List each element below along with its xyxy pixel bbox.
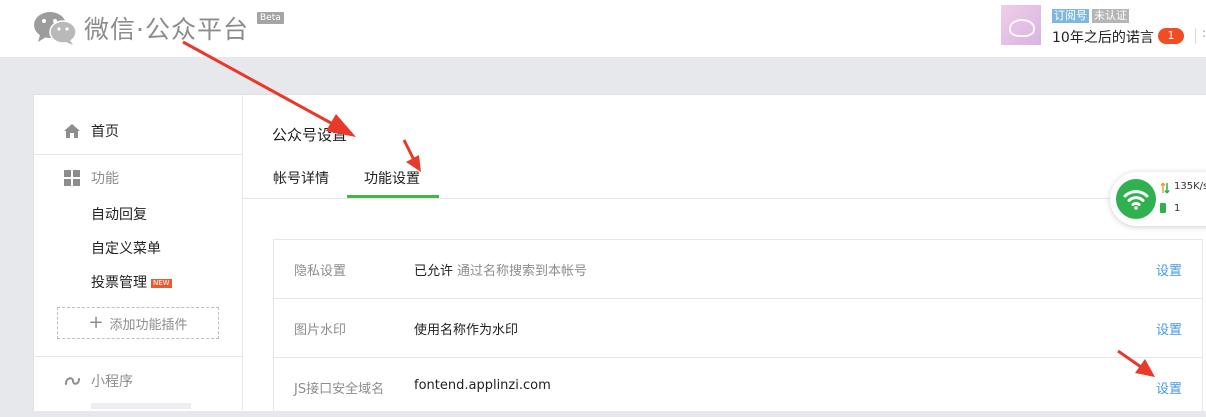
header-divider bbox=[1195, 28, 1196, 44]
sidebar-item-auto-reply[interactable]: 自动回复 bbox=[91, 204, 147, 224]
settings-table: 隐私设置 已允许 通过名称搜索到本帐号 设置 图片水印 使用名称作为水印 设置 J… bbox=[273, 239, 1203, 417]
network-speed-widget[interactable]: 135K/s 1 bbox=[1110, 172, 1206, 226]
row-label: 图片水印 bbox=[294, 323, 347, 338]
avatar[interactable] bbox=[1001, 5, 1041, 45]
wechat-logo-icon bbox=[34, 12, 77, 45]
plus-icon: + bbox=[88, 312, 104, 333]
wifi-icon bbox=[1116, 179, 1156, 219]
header-overflow[interactable]: : bbox=[1202, 26, 1206, 40]
grid-icon bbox=[63, 169, 81, 187]
sidebar-item-partial[interactable] bbox=[91, 403, 191, 409]
verify-status-badge[interactable]: 未认证 bbox=[1092, 9, 1129, 23]
sidebar-item-home[interactable]: 首页 bbox=[63, 121, 119, 141]
main-content: 公众号设置 帐号详情 功能设置 隐私设置 已允许 通过名称搜索到本帐号 设置 图片… bbox=[243, 94, 1206, 417]
home-icon bbox=[63, 122, 81, 140]
new-badge: NEW bbox=[151, 278, 172, 288]
page-title: 公众号设置 bbox=[272, 126, 348, 144]
top-bar: 微信·公众平台 Beta 订阅号 未认证 10年之后的诺言 1 : bbox=[0, 0, 1206, 57]
sidebar-item-label: 投票管理 bbox=[91, 275, 147, 291]
wechat-logo[interactable]: 微信·公众平台 bbox=[32, 10, 249, 46]
sidebar-section-label: 小程序 bbox=[91, 374, 133, 390]
row-value-text: 已允许 bbox=[414, 264, 454, 279]
tabs-divider bbox=[243, 198, 1206, 199]
settings-row-js-domain: JS接口安全域名 fontend.applinzi.com 设置 bbox=[274, 358, 1202, 417]
settings-row-privacy: 隐私设置 已允许 通过名称搜索到本帐号 设置 bbox=[274, 240, 1202, 299]
tab-function-settings[interactable]: 功能设置 bbox=[364, 168, 420, 188]
add-plugin-button[interactable]: + 添加功能插件 bbox=[57, 307, 219, 339]
sidebar-section-mini-program[interactable]: 小程序 bbox=[63, 371, 133, 391]
sidebar-item-label: 首页 bbox=[91, 124, 119, 140]
row-value: 已允许 通过名称搜索到本帐号 bbox=[414, 260, 587, 279]
account-name[interactable]: 10年之后的诺言 bbox=[1052, 27, 1154, 47]
privacy-settings-link[interactable]: 设置 bbox=[1156, 260, 1182, 279]
row-value: fontend.applinzi.com bbox=[414, 378, 551, 393]
beta-badge: Beta bbox=[257, 12, 284, 24]
sidebar-section-label: 功能 bbox=[91, 171, 119, 187]
account-type-badge: 订阅号 bbox=[1052, 9, 1089, 23]
sidebar: 首页 功能 自动回复 自定义菜单 投票管理 NEW + 添加功能插件 小程序 bbox=[33, 94, 243, 410]
sidebar-section-function[interactable]: 功能 bbox=[63, 168, 119, 188]
notification-badge[interactable]: 1 bbox=[1158, 28, 1184, 44]
settings-row-watermark: 图片水印 使用名称作为水印 设置 bbox=[274, 299, 1202, 358]
network-speed: 135K/s bbox=[1174, 181, 1206, 192]
js-domain-settings-link[interactable]: 设置 bbox=[1156, 378, 1182, 397]
device-count: 1 bbox=[1174, 203, 1181, 214]
phone-icon bbox=[1160, 203, 1166, 213]
logo-text: 微信·公众平台 bbox=[84, 15, 249, 44]
row-label: JS接口安全域名 bbox=[294, 382, 385, 397]
watermark-settings-link[interactable]: 设置 bbox=[1156, 319, 1182, 338]
row-label: 隐私设置 bbox=[294, 264, 347, 279]
row-description: 通过名称搜索到本帐号 bbox=[457, 264, 588, 279]
transfer-arrows-icon bbox=[1160, 182, 1170, 194]
divider bbox=[33, 154, 242, 155]
sidebar-item-vote-management[interactable]: 投票管理 NEW bbox=[91, 272, 172, 292]
mini-program-icon bbox=[63, 372, 81, 390]
divider bbox=[33, 356, 242, 357]
add-plugin-label: 添加功能插件 bbox=[109, 317, 188, 333]
row-value: 使用名称作为水印 bbox=[414, 323, 519, 338]
sidebar-item-custom-menu[interactable]: 自定义菜单 bbox=[91, 238, 161, 258]
tab-account-details[interactable]: 帐号详情 bbox=[273, 168, 329, 188]
